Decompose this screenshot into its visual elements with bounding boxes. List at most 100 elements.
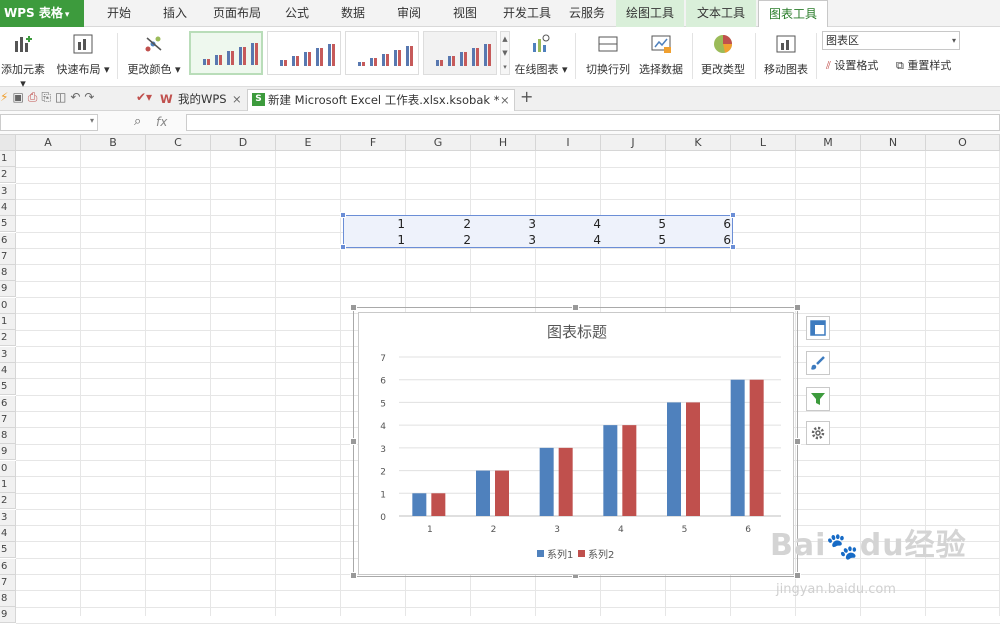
chart-style-thumbnail-1[interactable] <box>189 31 263 75</box>
select-data-button[interactable]: 选择数据 <box>636 31 686 83</box>
bar-2-3[interactable] <box>558 447 573 516</box>
tab-insert[interactable]: 插入 <box>154 0 196 27</box>
select-all-corner[interactable] <box>0 135 16 151</box>
column-header-N[interactable]: N <box>861 135 926 151</box>
cell-F5[interactable]: 1 <box>343 216 407 232</box>
row-header[interactable]: 1 <box>0 151 16 167</box>
print-icon[interactable]: ⎘ <box>41 90 55 104</box>
new-tab-button[interactable]: + <box>520 87 533 106</box>
bar-1-5[interactable] <box>667 402 681 516</box>
column-header-B[interactable]: B <box>81 135 146 151</box>
pdf-icon[interactable]: ⎙ <box>28 90 42 104</box>
column-header-J[interactable]: J <box>601 135 666 151</box>
cell-K5[interactable]: 6 <box>668 216 733 232</box>
cell-I6[interactable]: 4 <box>538 232 603 248</box>
cell-I5[interactable]: 4 <box>538 216 603 232</box>
tab-formula[interactable]: 公式 <box>276 0 318 27</box>
column-header-D[interactable]: D <box>211 135 276 151</box>
row-header[interactable]: 2 <box>0 330 16 347</box>
row-header[interactable]: 2 <box>0 167 16 184</box>
bar-2-2[interactable] <box>495 470 509 516</box>
tab-view[interactable]: 视图 <box>444 0 486 27</box>
row-header[interactable]: 8 <box>0 428 16 445</box>
tab-text-tools[interactable]: 文本工具 <box>686 0 756 27</box>
row-header[interactable]: 2 <box>0 493 16 510</box>
bar-2-1[interactable] <box>431 493 446 516</box>
formula-input[interactable] <box>186 114 1000 131</box>
cell-J6[interactable]: 5 <box>603 232 668 248</box>
row-header[interactable]: 3 <box>0 509 16 526</box>
column-header-E[interactable]: E <box>276 135 341 151</box>
chart-style-button[interactable] <box>806 351 830 375</box>
tab-home[interactable]: 开始 <box>98 0 140 27</box>
row-header[interactable]: 5 <box>0 216 16 233</box>
chart-settings-button[interactable] <box>806 421 830 445</box>
row-header[interactable]: 5 <box>0 542 16 559</box>
bar-chart[interactable]: 图表标题 0 1 2 3 4 5 6 7 1 2 3 4 5 6 系列1 系列2 <box>359 313 795 576</box>
bar-1-2[interactable] <box>476 470 490 516</box>
lightning-icon[interactable]: ⚡ <box>0 90 12 104</box>
row-header[interactable]: 4 <box>0 362 16 379</box>
zoom-icon[interactable]: ⌕ <box>134 114 141 129</box>
cell-F6[interactable]: 1 <box>343 232 407 248</box>
undo-icon[interactable]: ↶ <box>70 90 84 104</box>
set-format-button[interactable]: ⫽ 设置格式 <box>826 58 878 74</box>
row-header[interactable]: 0 <box>0 297 16 314</box>
cell-K6[interactable]: 6 <box>668 232 733 248</box>
row-header[interactable]: 4 <box>0 199 16 216</box>
row-header[interactable]: 6 <box>0 232 16 249</box>
resize-handle[interactable] <box>350 572 357 579</box>
name-box[interactable]: ▾ <box>0 114 98 131</box>
column-header-F[interactable]: F <box>341 135 406 151</box>
column-header-M[interactable]: M <box>796 135 861 151</box>
chart-title[interactable]: 图表标题 <box>547 323 607 341</box>
chart-area[interactable]: 图表标题 0 1 2 3 4 5 6 7 1 2 3 4 5 6 系列1 系列2 <box>358 312 794 575</box>
legend-label[interactable]: 系列2 <box>588 548 614 561</box>
row-header[interactable]: 7 <box>0 411 16 428</box>
resize-handle[interactable] <box>572 304 579 311</box>
chart-filter-button[interactable] <box>806 387 830 411</box>
change-type-button[interactable]: 更改类型 <box>698 31 748 83</box>
bar-1-6[interactable] <box>730 379 745 516</box>
row-header[interactable]: 6 <box>0 558 16 575</box>
row-header[interactable]: 1 <box>0 477 16 493</box>
column-header-K[interactable]: K <box>666 135 731 151</box>
tab-drawing-tools[interactable]: 绘图工具 <box>616 0 684 27</box>
column-header-H[interactable]: H <box>471 135 536 151</box>
bar-1-4[interactable] <box>603 425 618 516</box>
close-icon[interactable]: × <box>232 89 242 109</box>
tab-page-layout[interactable]: 页面布局 <box>208 0 266 27</box>
save-icon[interactable]: ▣ <box>12 90 27 104</box>
row-header[interactable]: 6 <box>0 395 16 412</box>
row-header[interactable]: 0 <box>0 460 16 477</box>
switch-row-col-button[interactable]: 切换行列 <box>584 31 632 83</box>
chart-style-thumbnail-2[interactable] <box>267 31 341 75</box>
row-header[interactable]: 9 <box>0 444 16 461</box>
reset-style-button[interactable]: ⧉ 重置样式 <box>896 58 951 74</box>
cell-J5[interactable]: 5 <box>603 216 668 232</box>
resize-handle[interactable] <box>794 438 801 445</box>
resize-handle[interactable] <box>350 304 357 311</box>
tab-data[interactable]: 数据 <box>332 0 374 27</box>
resize-handle[interactable] <box>350 438 357 445</box>
bar-2-6[interactable] <box>749 379 764 516</box>
print-preview-icon[interactable]: ◫ <box>55 90 70 104</box>
row-header[interactable]: 9 <box>0 607 16 624</box>
cell-G5[interactable]: 2 <box>408 216 473 232</box>
bar-2-4[interactable] <box>622 425 637 516</box>
row-header[interactable]: 7 <box>0 248 16 265</box>
row-header[interactable]: 9 <box>0 281 16 298</box>
app-menu-button[interactable]: WPS 表格 ▾ <box>0 0 84 27</box>
resize-handle[interactable] <box>794 572 801 579</box>
add-element-button[interactable]: 添加元素 ▾ <box>0 31 46 90</box>
tab-workbook[interactable]: S 新建 Microsoft Excel 工作表.xlsx.ksobak * × <box>247 89 515 111</box>
cell-G6[interactable]: 2 <box>408 232 473 248</box>
tab-review[interactable]: 审阅 <box>388 0 430 27</box>
row-header[interactable]: 7 <box>0 574 16 591</box>
column-header-C[interactable]: C <box>146 135 211 151</box>
change-color-button[interactable]: 更改颜色 ▾ <box>124 31 184 83</box>
cell-H5[interactable]: 3 <box>473 216 538 232</box>
fx-button[interactable]: fx <box>156 115 167 129</box>
bar-1-1[interactable] <box>412 493 427 516</box>
cell-H6[interactable]: 3 <box>473 232 538 248</box>
